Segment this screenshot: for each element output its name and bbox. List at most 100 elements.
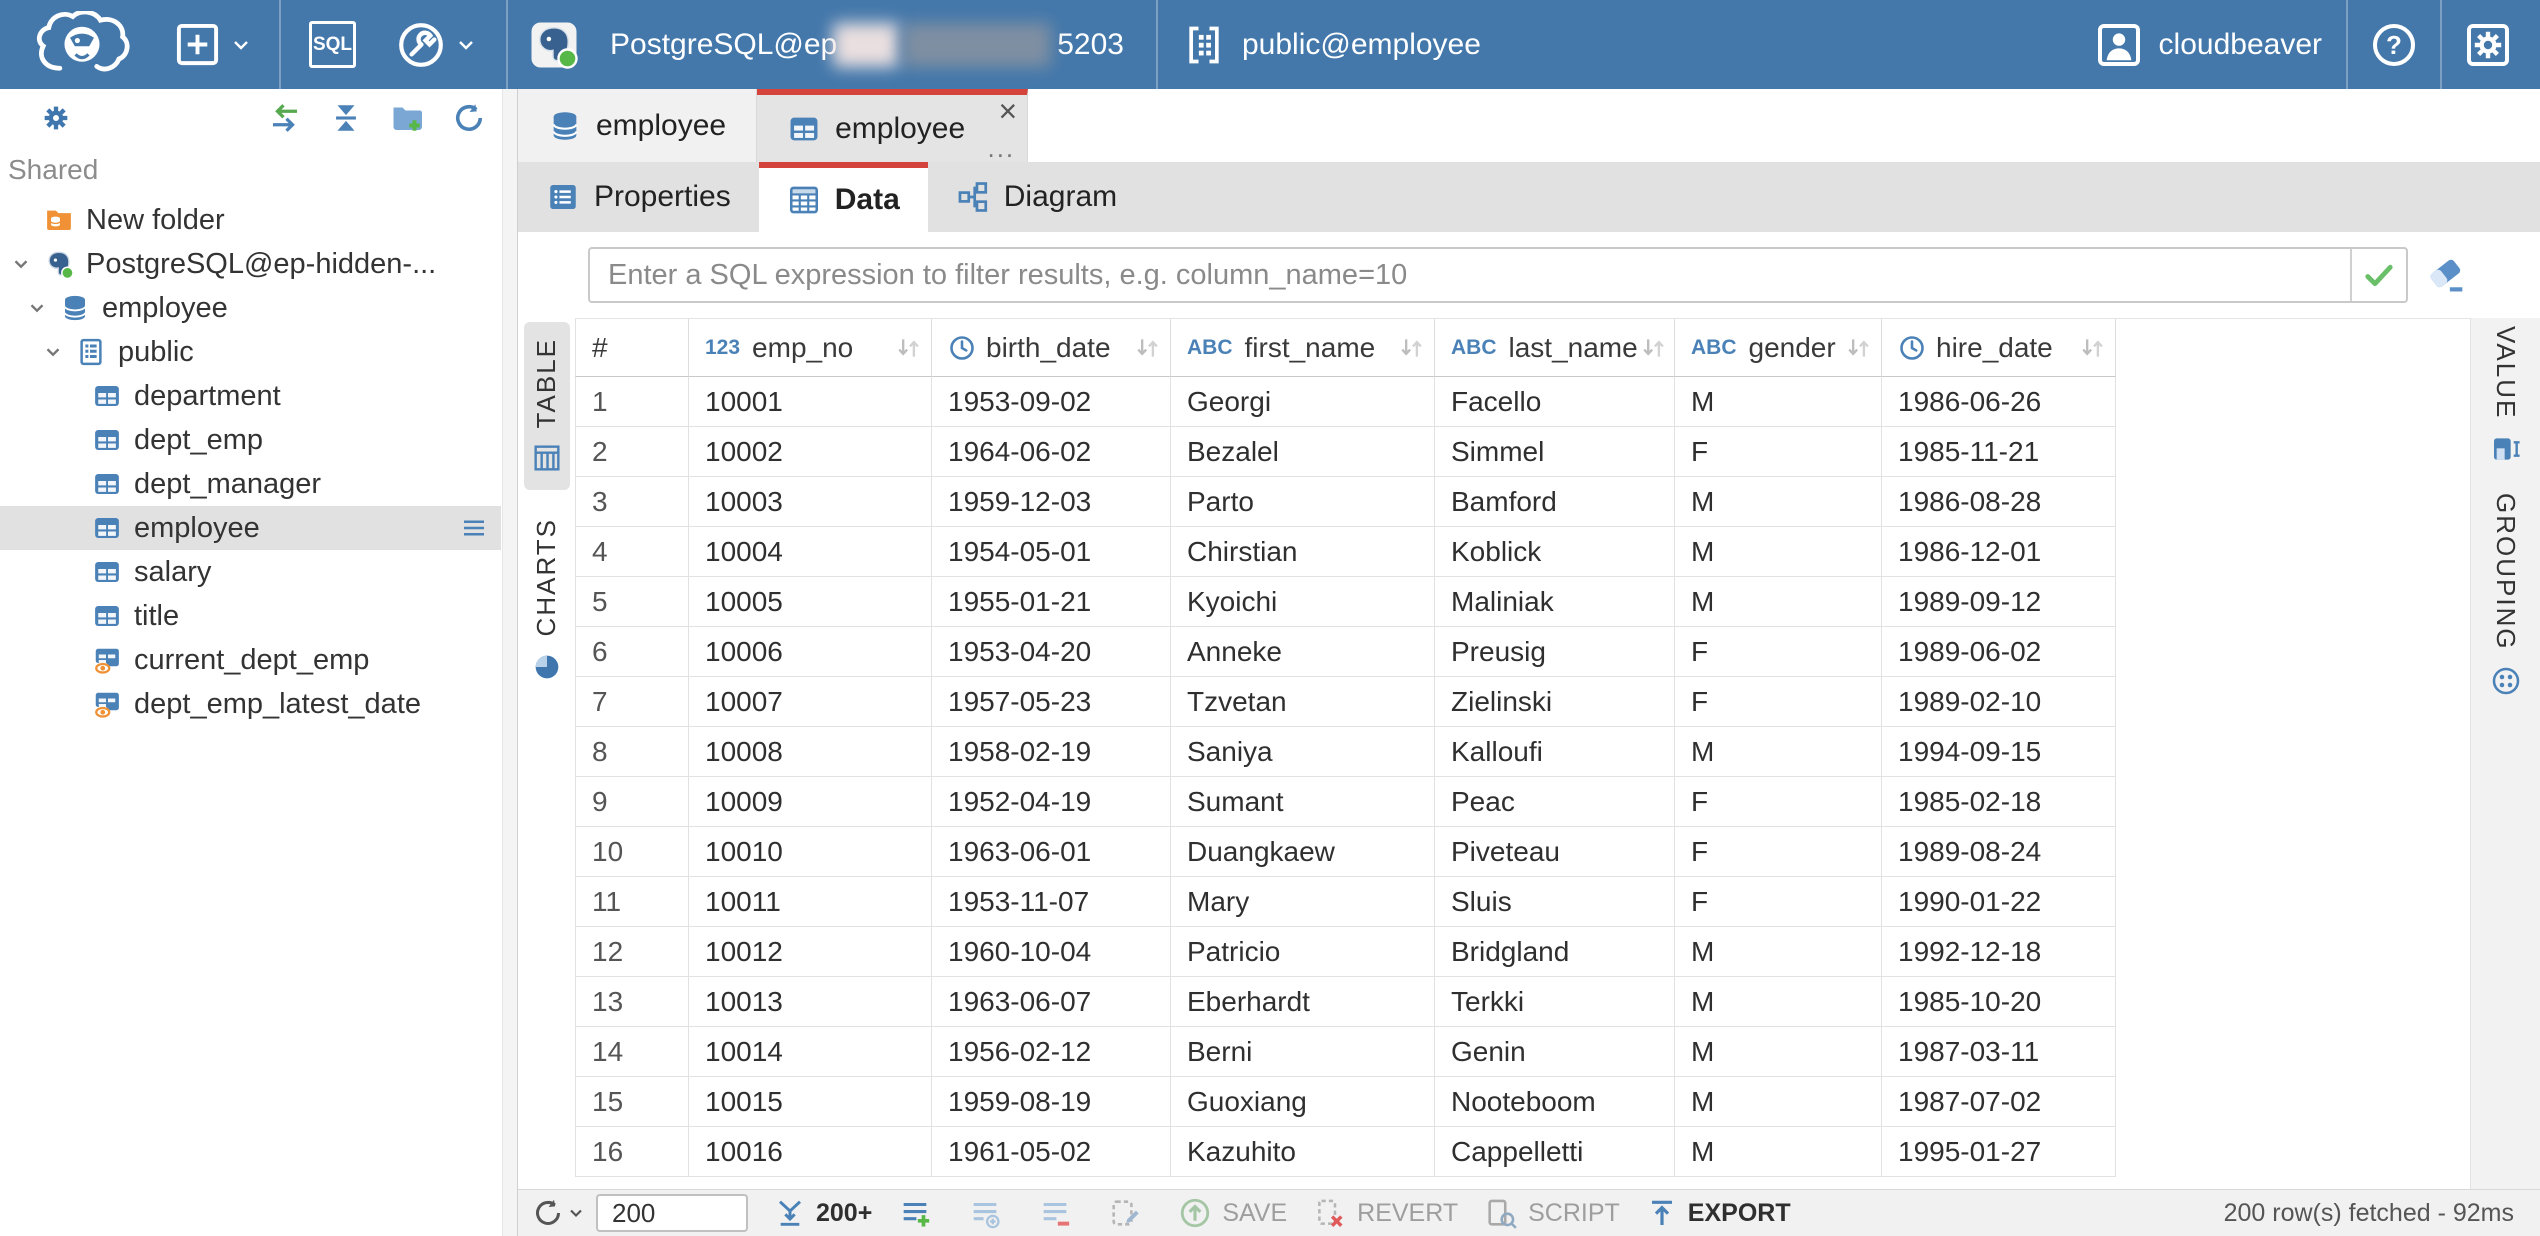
- cell[interactable]: Preusig: [1435, 627, 1675, 677]
- menu-burger-icon[interactable]: [459, 513, 489, 543]
- cell[interactable]: 1: [575, 377, 689, 427]
- cell[interactable]: Kalloufi: [1435, 727, 1675, 777]
- sort-icon[interactable]: [1132, 335, 1162, 361]
- cell[interactable]: Cappelletti: [1435, 1127, 1675, 1177]
- driver-tools-button[interactable]: [396, 20, 478, 70]
- cell[interactable]: Peac: [1435, 777, 1675, 827]
- subtab-diagram[interactable]: Diagram: [928, 162, 1145, 232]
- cell[interactable]: Patricio: [1171, 927, 1435, 977]
- cell[interactable]: M: [1675, 477, 1882, 527]
- new-folder-icon[interactable]: [389, 100, 425, 136]
- tab-employee-1[interactable]: employee×...: [757, 89, 1028, 162]
- cell[interactable]: 1992-12-18: [1882, 927, 2116, 977]
- close-icon[interactable]: ×: [998, 93, 1017, 130]
- cell[interactable]: Bamford: [1435, 477, 1675, 527]
- subtab-properties[interactable]: Properties: [518, 162, 759, 232]
- cell[interactable]: 1985-11-21: [1882, 427, 2116, 477]
- cell[interactable]: 1990-01-22: [1882, 877, 2116, 927]
- cell[interactable]: 1964-06-02: [932, 427, 1171, 477]
- cell[interactable]: 3: [575, 477, 689, 527]
- cell[interactable]: 10: [575, 827, 689, 877]
- navigator-settings-gear-icon[interactable]: [36, 98, 76, 138]
- cell[interactable]: M: [1675, 977, 1882, 1027]
- cell[interactable]: 10004: [689, 527, 932, 577]
- help-button[interactable]: ?: [2370, 21, 2418, 69]
- tree-item-title[interactable]: title: [0, 594, 501, 638]
- table-row[interactable]: 12100121960-10-04PatricioBridglandM1992-…: [575, 927, 2470, 977]
- cell[interactable]: Guoxiang: [1171, 1077, 1435, 1127]
- cell[interactable]: 6: [575, 627, 689, 677]
- cell[interactable]: 1995-01-27: [1882, 1127, 2116, 1177]
- cell[interactable]: 12: [575, 927, 689, 977]
- cell[interactable]: Berni: [1171, 1027, 1435, 1077]
- cell[interactable]: 1953-09-02: [932, 377, 1171, 427]
- settings-button[interactable]: [2464, 21, 2512, 69]
- sync-selection-icon[interactable]: [267, 100, 303, 136]
- cell[interactable]: 1963-06-07: [932, 977, 1171, 1027]
- table-row[interactable]: 10100101963-06-01DuangkaewPiveteauF1989-…: [575, 827, 2470, 877]
- cell[interactable]: Facello: [1435, 377, 1675, 427]
- cell[interactable]: 1985-02-18: [1882, 777, 2116, 827]
- cell[interactable]: M: [1675, 527, 1882, 577]
- cell[interactable]: F: [1675, 827, 1882, 877]
- sql-filter-input[interactable]: [590, 249, 2350, 301]
- cell[interactable]: 10014: [689, 1027, 932, 1077]
- sort-icon[interactable]: [2077, 335, 2107, 361]
- table-row[interactable]: 11100111953-11-07MarySluisF1990-01-22: [575, 877, 2470, 927]
- cell[interactable]: F: [1675, 777, 1882, 827]
- cell[interactable]: Zielinski: [1435, 677, 1675, 727]
- tree-item-New folder[interactable]: New folder: [0, 198, 501, 242]
- cell[interactable]: Simmel: [1435, 427, 1675, 477]
- sort-icon[interactable]: [1396, 335, 1426, 361]
- cell[interactable]: 10016: [689, 1127, 932, 1177]
- cell[interactable]: 10007: [689, 677, 932, 727]
- cell[interactable]: Kyoichi: [1171, 577, 1435, 627]
- chevron-down-icon[interactable]: [566, 1203, 586, 1223]
- chevron-down-icon[interactable]: [10, 253, 44, 275]
- column-header-hire_date[interactable]: hire_date: [1882, 319, 2116, 377]
- tree-item-dept_manager[interactable]: dept_manager: [0, 462, 501, 506]
- cell[interactable]: 8: [575, 727, 689, 777]
- cell[interactable]: 1953-11-07: [932, 877, 1171, 927]
- cell[interactable]: 1957-05-23: [932, 677, 1171, 727]
- tree-item-public[interactable]: public: [0, 330, 501, 374]
- apply-filter-button[interactable]: [2350, 249, 2406, 301]
- cell[interactable]: 1953-04-20: [932, 627, 1171, 677]
- cell[interactable]: Georgi: [1171, 377, 1435, 427]
- cell[interactable]: 10002: [689, 427, 932, 477]
- cell[interactable]: Bridgland: [1435, 927, 1675, 977]
- cell[interactable]: 13: [575, 977, 689, 1027]
- panel-tab-value[interactable]: VALUE: [2471, 326, 2540, 465]
- cell[interactable]: 10003: [689, 477, 932, 527]
- cell[interactable]: 1989-08-24: [1882, 827, 2116, 877]
- cell[interactable]: Sumant: [1171, 777, 1435, 827]
- table-row[interactable]: 6100061953-04-20AnnekePreusigF1989-06-02: [575, 627, 2470, 677]
- cell[interactable]: M: [1675, 1077, 1882, 1127]
- cell[interactable]: Tzvetan: [1171, 677, 1435, 727]
- column-header-first_name[interactable]: ABCfirst_name: [1171, 319, 1435, 377]
- cell[interactable]: Chirstian: [1171, 527, 1435, 577]
- tree-item-current_dept_emp[interactable]: current_dept_emp: [0, 638, 501, 682]
- user-menu[interactable]: cloudbeaver: [2095, 21, 2322, 69]
- export-button[interactable]: EXPORT: [1646, 1197, 1791, 1229]
- collapse-all-icon[interactable]: [329, 101, 363, 135]
- cell[interactable]: 1987-07-02: [1882, 1077, 2116, 1127]
- table-row[interactable]: 9100091952-04-19SumantPeacF1985-02-18: [575, 777, 2470, 827]
- cell[interactable]: 10012: [689, 927, 932, 977]
- row-limit-input[interactable]: [596, 1194, 748, 1232]
- cell[interactable]: 14: [575, 1027, 689, 1077]
- duplicate-row-button[interactable]: [968, 1196, 1012, 1230]
- cell[interactable]: Duangkaew: [1171, 827, 1435, 877]
- cell[interactable]: 10005: [689, 577, 932, 627]
- sort-icon[interactable]: [893, 335, 923, 361]
- tree-item-salary[interactable]: salary: [0, 550, 501, 594]
- cell[interactable]: 1955-01-21: [932, 577, 1171, 627]
- new-object-button[interactable]: [174, 21, 253, 68]
- connection-selector[interactable]: PostgreSQL@ep 5203: [530, 21, 1124, 69]
- cell[interactable]: 10010: [689, 827, 932, 877]
- panel-tab-table[interactable]: TABLE: [524, 322, 570, 490]
- cell[interactable]: 2: [575, 427, 689, 477]
- table-row[interactable]: 13100131963-06-07EberhardtTerkkiM1985-10…: [575, 977, 2470, 1027]
- cell[interactable]: 10008: [689, 727, 932, 777]
- cell[interactable]: Anneke: [1171, 627, 1435, 677]
